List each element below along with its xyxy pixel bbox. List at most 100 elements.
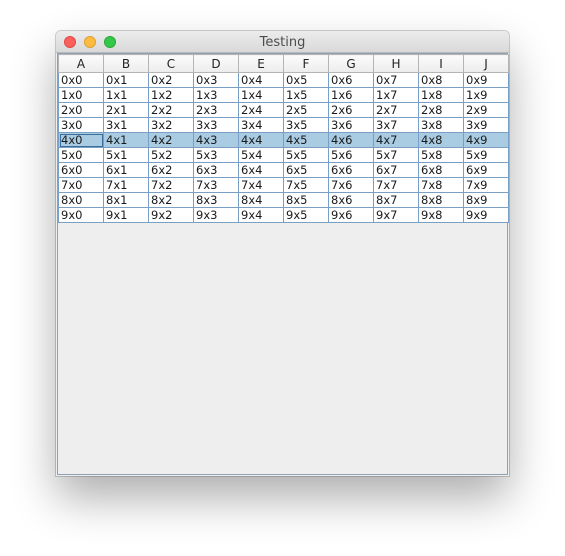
table-row[interactable]: 3x0 3x1 3x2 3x3 3x4 3x5 3x6 3x7 3x8 3x9: [58, 117, 509, 133]
title-bar[interactable]: Testing: [56, 31, 509, 53]
table-cell[interactable]: 6x3: [193, 162, 239, 178]
table-cell[interactable]: 6x9: [463, 162, 509, 178]
table-cell[interactable]: 0x0: [58, 72, 104, 88]
table-cell[interactable]: 4x1: [103, 132, 149, 148]
table-cell[interactable]: 7x9: [463, 177, 509, 193]
table-cell[interactable]: 1x2: [148, 87, 194, 103]
table-cell[interactable]: 3x6: [328, 117, 374, 133]
table-cell[interactable]: 9x2: [148, 207, 194, 223]
table-cell[interactable]: 2x2: [148, 102, 194, 118]
table-cell[interactable]: 6x8: [418, 162, 464, 178]
table-cell[interactable]: 1x4: [238, 87, 284, 103]
table-cell[interactable]: 0x1: [103, 72, 149, 88]
column-header[interactable]: G: [328, 54, 374, 73]
table-cell[interactable]: 7x7: [373, 177, 419, 193]
table-cell[interactable]: 2x5: [283, 102, 329, 118]
table-cell[interactable]: 2x9: [463, 102, 509, 118]
table-cell[interactable]: 5x1: [103, 147, 149, 163]
table-row[interactable]: 1x0 1x1 1x2 1x3 1x4 1x5 1x6 1x7 1x8 1x9: [58, 87, 509, 103]
column-header[interactable]: B: [103, 54, 149, 73]
column-header[interactable]: F: [283, 54, 329, 73]
table-cell[interactable]: 5x4: [238, 147, 284, 163]
table-cell[interactable]: 9x8: [418, 207, 464, 223]
table-cell[interactable]: 0x5: [283, 72, 329, 88]
table-cell[interactable]: 7x3: [193, 177, 239, 193]
table-cell[interactable]: 4x0: [58, 132, 104, 148]
table-cell[interactable]: 0x9: [463, 72, 509, 88]
table-cell[interactable]: 3x3: [193, 117, 239, 133]
table-cell[interactable]: 8x1: [103, 192, 149, 208]
table-cell[interactable]: 1x1: [103, 87, 149, 103]
table-cell[interactable]: 7x0: [58, 177, 104, 193]
table-cell[interactable]: 4x9: [463, 132, 509, 148]
table-cell[interactable]: 6x5: [283, 162, 329, 178]
table-cell[interactable]: 3x1: [103, 117, 149, 133]
table-cell[interactable]: 1x9: [463, 87, 509, 103]
table-cell[interactable]: 7x8: [418, 177, 464, 193]
table-row[interactable]: 8x0 8x1 8x2 8x3 8x4 8x5 8x6 8x7 8x8 8x9: [58, 192, 509, 208]
table-row[interactable]: 9x0 9x1 9x2 9x3 9x4 9x5 9x6 9x7 9x8 9x9: [58, 207, 509, 223]
table-cell[interactable]: 4x2: [148, 132, 194, 148]
table-cell[interactable]: 3x0: [58, 117, 104, 133]
table-row[interactable]: 6x0 6x1 6x2 6x3 6x4 6x5 6x6 6x7 6x8 6x9: [58, 162, 509, 178]
table-cell[interactable]: 4x5: [283, 132, 329, 148]
table-cell[interactable]: 6x1: [103, 162, 149, 178]
table-cell[interactable]: 7x2: [148, 177, 194, 193]
table-cell[interactable]: 5x0: [58, 147, 104, 163]
table-cell[interactable]: 3x8: [418, 117, 464, 133]
table-cell[interactable]: 5x3: [193, 147, 239, 163]
table-cell[interactable]: 2x6: [328, 102, 374, 118]
table-cell[interactable]: 5x8: [418, 147, 464, 163]
table-cell[interactable]: 2x4: [238, 102, 284, 118]
table-cell[interactable]: 1x7: [373, 87, 419, 103]
column-header[interactable]: I: [418, 54, 464, 73]
table-cell[interactable]: 1x8: [418, 87, 464, 103]
column-header[interactable]: E: [238, 54, 284, 73]
table-cell[interactable]: 2x8: [418, 102, 464, 118]
column-header[interactable]: D: [193, 54, 239, 73]
column-header[interactable]: C: [148, 54, 194, 73]
table-cell[interactable]: 3x9: [463, 117, 509, 133]
table-cell[interactable]: 8x4: [238, 192, 284, 208]
table-cell[interactable]: 5x5: [283, 147, 329, 163]
table-cell[interactable]: 9x5: [283, 207, 329, 223]
table-cell[interactable]: 2x0: [58, 102, 104, 118]
table-cell[interactable]: 1x5: [283, 87, 329, 103]
table-cell[interactable]: 8x7: [373, 192, 419, 208]
table-cell[interactable]: 5x9: [463, 147, 509, 163]
table-cell[interactable]: 5x6: [328, 147, 374, 163]
table-cell[interactable]: 8x8: [418, 192, 464, 208]
table-cell[interactable]: 9x3: [193, 207, 239, 223]
table-cell[interactable]: 3x7: [373, 117, 419, 133]
table-cell[interactable]: 7x1: [103, 177, 149, 193]
table-cell[interactable]: 9x9: [463, 207, 509, 223]
table-cell[interactable]: 6x6: [328, 162, 374, 178]
table-cell[interactable]: 1x3: [193, 87, 239, 103]
table-cell[interactable]: 6x7: [373, 162, 419, 178]
table-cell[interactable]: 7x6: [328, 177, 374, 193]
table-cell[interactable]: 8x9: [463, 192, 509, 208]
column-header[interactable]: A: [58, 54, 104, 73]
table-row[interactable]: 0x0 0x1 0x2 0x3 0x4 0x5 0x6 0x7 0x8 0x9: [58, 72, 509, 88]
table-cell[interactable]: 3x5: [283, 117, 329, 133]
table-cell[interactable]: 5x7: [373, 147, 419, 163]
table-cell[interactable]: 2x3: [193, 102, 239, 118]
table-cell[interactable]: 5x2: [148, 147, 194, 163]
table-cell[interactable]: 3x4: [238, 117, 284, 133]
table-cell[interactable]: 2x1: [103, 102, 149, 118]
table-cell[interactable]: 3x2: [148, 117, 194, 133]
table-row[interactable]: 2x0 2x1 2x2 2x3 2x4 2x5 2x6 2x7 2x8 2x9: [58, 102, 509, 118]
table-cell[interactable]: 8x6: [328, 192, 374, 208]
table-cell[interactable]: 8x3: [193, 192, 239, 208]
table-cell[interactable]: 0x2: [148, 72, 194, 88]
table-cell[interactable]: 7x5: [283, 177, 329, 193]
table-cell[interactable]: 4x6: [328, 132, 374, 148]
table-row[interactable]: 7x0 7x1 7x2 7x3 7x4 7x5 7x6 7x7 7x8 7x9: [58, 177, 509, 193]
table-cell[interactable]: 4x3: [193, 132, 239, 148]
column-header[interactable]: H: [373, 54, 419, 73]
table-cell[interactable]: 9x0: [58, 207, 104, 223]
table-cell[interactable]: 4x4: [238, 132, 284, 148]
table-cell[interactable]: 0x8: [418, 72, 464, 88]
table-cell[interactable]: 0x7: [373, 72, 419, 88]
table-cell[interactable]: 9x4: [238, 207, 284, 223]
